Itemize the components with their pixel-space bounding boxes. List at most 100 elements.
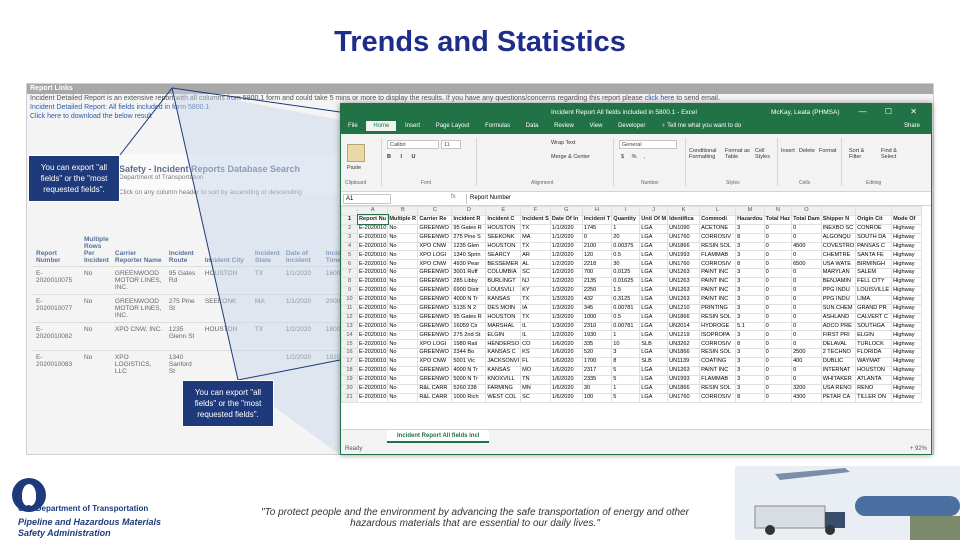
column-letter[interactable] bbox=[891, 206, 923, 216]
cell[interactable]: 0.3125 bbox=[611, 294, 641, 305]
cell[interactable]: ALGONQU bbox=[820, 232, 857, 243]
cell[interactable]: 1/2/2020 bbox=[549, 241, 583, 252]
cell[interactable]: 5260 238 bbox=[451, 383, 487, 394]
cell[interactable]: 0 bbox=[791, 339, 822, 350]
cell[interactable]: RESIN SOL bbox=[699, 312, 737, 323]
cell[interactable]: 1/2/2020 bbox=[549, 259, 583, 270]
cell[interactable]: Incident C bbox=[485, 214, 522, 225]
cell[interactable]: 3 bbox=[735, 303, 765, 314]
cell[interactable]: CALVERT C bbox=[855, 312, 893, 323]
row-number[interactable]: 10 bbox=[341, 294, 358, 305]
cell[interactable]: 5001 Vic bbox=[451, 357, 487, 368]
cell[interactable]: Multiple R bbox=[387, 214, 419, 225]
cell[interactable]: MN bbox=[520, 383, 551, 394]
cell[interactable]: 3 bbox=[735, 277, 765, 288]
cell[interactable]: E-2020010 bbox=[356, 303, 389, 314]
cell[interactable]: SUN CHEM bbox=[820, 303, 857, 314]
cell[interactable]: AR bbox=[520, 250, 551, 261]
cell[interactable]: E-2020010 bbox=[356, 277, 389, 288]
tab-formulas[interactable]: Formulas bbox=[478, 121, 517, 131]
cell[interactable]: 30 bbox=[611, 259, 641, 270]
cell[interactable]: No bbox=[387, 366, 419, 376]
cell[interactable]: GREENWO bbox=[417, 374, 453, 385]
cell[interactable]: GREENWO bbox=[417, 232, 453, 243]
cell[interactable]: 0 bbox=[763, 392, 793, 403]
cell[interactable]: LGA bbox=[639, 392, 669, 403]
cell[interactable]: SC bbox=[520, 268, 551, 279]
cell[interactable]: 0 bbox=[763, 374, 793, 385]
cell[interactable]: XPO LOGI bbox=[417, 339, 453, 350]
row-number[interactable]: 1 bbox=[341, 214, 358, 225]
column-letter[interactable]: E bbox=[485, 206, 522, 216]
cell[interactable]: MARSHAL bbox=[485, 321, 522, 332]
cell[interactable]: ELGIN bbox=[855, 330, 893, 341]
cell[interactable]: CORROSIV bbox=[699, 259, 737, 270]
row-number[interactable]: 18 bbox=[341, 366, 358, 376]
cell[interactable]: LGA bbox=[639, 277, 669, 288]
column-letter[interactable]: J bbox=[639, 206, 669, 216]
cell[interactable]: GREENWO bbox=[417, 312, 453, 323]
cell[interactable]: HENDERSO bbox=[485, 339, 522, 350]
cell[interactable]: 95 Gates R bbox=[451, 223, 487, 234]
cell[interactable]: 1980 Rail bbox=[451, 339, 487, 350]
row-number[interactable]: 6 bbox=[341, 259, 358, 270]
cell[interactable]: No bbox=[387, 348, 419, 359]
cell[interactable]: MA bbox=[520, 232, 551, 243]
cell[interactable]: COVESTRO bbox=[820, 241, 857, 252]
cell[interactable]: FLAMMAB bbox=[699, 250, 737, 261]
cell[interactable]: Highway bbox=[891, 366, 923, 376]
cell[interactable]: RESIN SOL bbox=[699, 241, 737, 252]
cell[interactable]: 0 bbox=[791, 330, 822, 341]
cell[interactable]: UN1090 bbox=[667, 223, 701, 234]
cell[interactable]: DUBLIC bbox=[820, 357, 857, 368]
cell[interactable]: Identifica bbox=[667, 214, 701, 225]
cell[interactable]: 8 bbox=[735, 392, 765, 403]
cell-styles-button[interactable]: Cell Styles bbox=[755, 148, 775, 160]
cell[interactable]: 1/2/2020 bbox=[549, 277, 583, 288]
cell[interactable]: 1/3/2020 bbox=[549, 321, 583, 332]
cell[interactable]: Report Nu bbox=[356, 214, 389, 226]
column-letter[interactable] bbox=[855, 206, 893, 216]
cell[interactable]: 0 bbox=[791, 303, 822, 314]
cell[interactable]: PAINT INC bbox=[699, 268, 737, 279]
cell[interactable]: 2218 bbox=[581, 259, 613, 270]
row-number[interactable]: 12 bbox=[341, 312, 358, 323]
cell[interactable]: 0 bbox=[763, 366, 793, 376]
paste-button[interactable]: Paste bbox=[347, 165, 361, 171]
cell[interactable]: 285 Libby bbox=[451, 277, 487, 288]
cell[interactable]: E-2020010 bbox=[356, 321, 389, 332]
cell[interactable]: UN1263 bbox=[667, 366, 701, 376]
cell[interactable]: 1/6/2020 bbox=[549, 383, 583, 394]
cell[interactable]: Highway bbox=[891, 268, 923, 279]
cell[interactable]: IA bbox=[520, 303, 551, 314]
column-letter[interactable]: B bbox=[387, 206, 419, 216]
cell[interactable]: Highway bbox=[891, 303, 923, 314]
cell[interactable]: LGA bbox=[639, 348, 669, 359]
cell[interactable]: AL bbox=[520, 259, 551, 270]
cell[interactable]: 1/3/2020 bbox=[549, 312, 583, 323]
cell[interactable]: 1/6/2020 bbox=[549, 339, 583, 350]
cell[interactable]: No bbox=[387, 232, 419, 243]
cell[interactable]: R&L CARR bbox=[417, 383, 453, 394]
cell[interactable]: No bbox=[387, 250, 419, 261]
cell[interactable]: 8 bbox=[611, 357, 641, 368]
cell[interactable]: Highway bbox=[891, 312, 923, 323]
cell[interactable]: UN1210 bbox=[667, 303, 701, 314]
cell[interactable]: UN1993 bbox=[667, 374, 701, 385]
cell[interactable]: LGA bbox=[639, 241, 669, 252]
cell[interactable]: 4500 bbox=[791, 241, 822, 252]
conditional-formatting-button[interactable]: Conditional Formatting bbox=[689, 148, 723, 160]
cell[interactable]: LOUISVILI bbox=[485, 286, 522, 296]
column-letter[interactable]: F bbox=[520, 206, 551, 216]
cell[interactable]: 1/6/2020 bbox=[549, 366, 583, 376]
cell[interactable]: INEXBO SC bbox=[820, 223, 857, 234]
cell[interactable]: Incident S bbox=[520, 214, 551, 225]
cell[interactable]: PAINT INC bbox=[699, 366, 737, 376]
currency-percent-icons[interactable]: $ % , bbox=[621, 154, 649, 160]
cell[interactable]: XPO LOGI bbox=[417, 250, 453, 261]
cell[interactable]: 2500 bbox=[791, 348, 822, 359]
cell[interactable]: FIRST PRI bbox=[820, 330, 857, 341]
cell[interactable]: 0 bbox=[763, 339, 793, 350]
cell[interactable]: 275 Pine S bbox=[451, 232, 487, 243]
cell[interactable]: Highway bbox=[891, 348, 923, 359]
